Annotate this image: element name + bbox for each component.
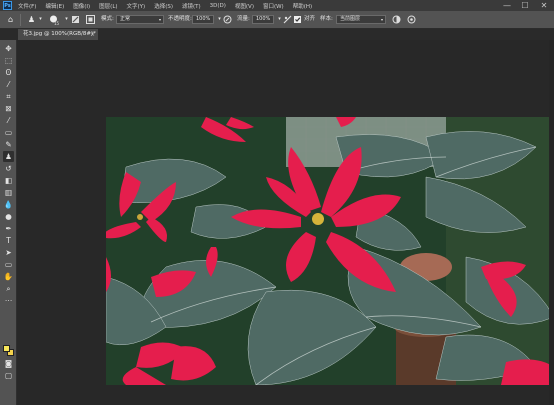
- sample-value: 当前图层: [340, 16, 361, 22]
- aligned-checkbox[interactable]: [292, 14, 303, 25]
- sample-select[interactable]: 当前图层 ▾: [336, 15, 386, 24]
- magic-wand-tool-icon[interactable]: ⁄: [3, 79, 14, 90]
- brush-size-value: 15: [54, 21, 60, 26]
- history-brush-tool-icon[interactable]: ↺: [3, 163, 14, 174]
- flow-input[interactable]: 100%: [252, 15, 274, 24]
- screen-mode-icon[interactable]: ▢: [3, 370, 14, 381]
- divider: [20, 14, 21, 26]
- chevron-down-icon: ▾: [158, 17, 161, 22]
- close-tab-icon[interactable]: ×: [90, 29, 95, 40]
- pressure-opacity-icon[interactable]: [222, 14, 233, 25]
- flow-value: 100%: [256, 16, 271, 22]
- eraser-tool-icon[interactable]: ◧: [3, 175, 14, 186]
- menu-bar: Ps 文件(F) 编辑(E) 图像(I) 图层(L) 文字(Y) 选择(S) 滤…: [0, 0, 554, 11]
- crop-tool-icon[interactable]: ⌗: [3, 91, 14, 102]
- ignore-adjustment-layers-icon[interactable]: [391, 14, 402, 25]
- opacity-label: 不透明度:: [168, 16, 192, 22]
- marquee-tool-icon[interactable]: ⬚: [3, 55, 14, 66]
- menu-edit[interactable]: 编辑(E): [45, 2, 64, 10]
- pressure-size-icon[interactable]: [406, 14, 417, 25]
- document-tab-title: 花3.jpg @ 100%(RGB/8#): [23, 31, 94, 37]
- zoom-tool-icon[interactable]: ⌕: [3, 283, 14, 294]
- home-icon[interactable]: ⌂: [5, 14, 16, 25]
- healing-brush-tool-icon[interactable]: ▭: [3, 127, 14, 138]
- foreground-color-swatch[interactable]: [3, 345, 10, 352]
- rectangle-tool-icon[interactable]: ▭: [3, 259, 14, 270]
- gradient-tool-icon[interactable]: ▥: [3, 187, 14, 198]
- maximize-button[interactable]: ☐: [518, 0, 532, 11]
- more-tools-icon[interactable]: ⋯: [3, 295, 14, 306]
- blur-tool-icon[interactable]: 💧: [3, 199, 14, 210]
- document-tab[interactable]: 花3.jpg @ 100%(RGB/8#)* ×: [18, 29, 98, 40]
- document-tab-bar: 花3.jpg @ 100%(RGB/8#)* ×: [0, 29, 554, 40]
- tools-panel: » ✥ ⬚ ʘ ⁄ ⌗ ⊠ ⁄ ▭ ✎ ♟ ↺ ◧ ▥ 💧 ● ✒ T ➤ ▭ …: [0, 40, 17, 405]
- photoshop-logo: Ps: [3, 1, 12, 10]
- canvas-image[interactable]: [106, 117, 554, 385]
- menu-view[interactable]: 视图(V): [235, 2, 254, 10]
- hand-tool-icon[interactable]: ✋: [3, 271, 14, 282]
- quick-mask-icon[interactable]: ◙: [3, 358, 14, 369]
- menu-image[interactable]: 图像(I): [73, 2, 90, 10]
- close-window-button[interactable]: ✕: [537, 0, 551, 11]
- options-bar: ⌂ ♟ ▾ 15 ▾ 模式: 正常 ▾ 不透明度: 100% ▾ 流量: 100…: [0, 11, 554, 29]
- aligned-label: 对齐: [304, 16, 316, 22]
- menu-3d[interactable]: 3D(D): [210, 3, 226, 9]
- vertical-scrollbar[interactable]: [549, 40, 554, 405]
- chevron-down-icon: ▾: [380, 17, 383, 22]
- menu-window[interactable]: 窗口(W): [263, 2, 284, 10]
- frame-tool-icon[interactable]: ⊠: [3, 103, 14, 114]
- mode-value: 正常: [120, 16, 131, 22]
- eyedropper-tool-icon[interactable]: ⁄: [3, 115, 14, 126]
- mode-label: 模式:: [101, 16, 114, 22]
- menu-layer[interactable]: 图层(L): [99, 2, 117, 10]
- sample-label: 样本:: [320, 16, 333, 22]
- clone-source-icon[interactable]: [85, 14, 96, 25]
- mode-select[interactable]: 正常 ▾: [116, 15, 164, 24]
- clone-stamp-tool-icon[interactable]: ♟: [3, 151, 14, 162]
- brush-tool-icon[interactable]: ✎: [3, 139, 14, 150]
- dodge-tool-icon[interactable]: ●: [3, 211, 14, 222]
- menu-help[interactable]: 帮助(H): [293, 2, 312, 10]
- poinsettia-photo: [106, 117, 554, 385]
- opacity-value: 100%: [196, 16, 211, 22]
- brush-settings-icon[interactable]: [70, 14, 81, 25]
- menu-file[interactable]: 文件(F): [18, 2, 36, 10]
- move-tool-icon[interactable]: ✥: [3, 43, 14, 54]
- menu-filter[interactable]: 滤镜(T): [182, 2, 201, 10]
- menu-type[interactable]: 文字(Y): [127, 2, 146, 10]
- flow-label: 流量:: [237, 16, 250, 22]
- type-tool-icon[interactable]: T: [3, 235, 14, 246]
- path-selection-tool-icon[interactable]: ➤: [3, 247, 14, 258]
- pen-tool-icon[interactable]: ✒: [3, 223, 14, 234]
- chevron-down-icon[interactable]: ▾: [35, 14, 46, 25]
- menu-select[interactable]: 选择(S): [154, 2, 173, 10]
- lasso-tool-icon[interactable]: ʘ: [3, 67, 14, 78]
- minimize-button[interactable]: —: [500, 0, 514, 11]
- opacity-input[interactable]: 100%: [192, 15, 214, 24]
